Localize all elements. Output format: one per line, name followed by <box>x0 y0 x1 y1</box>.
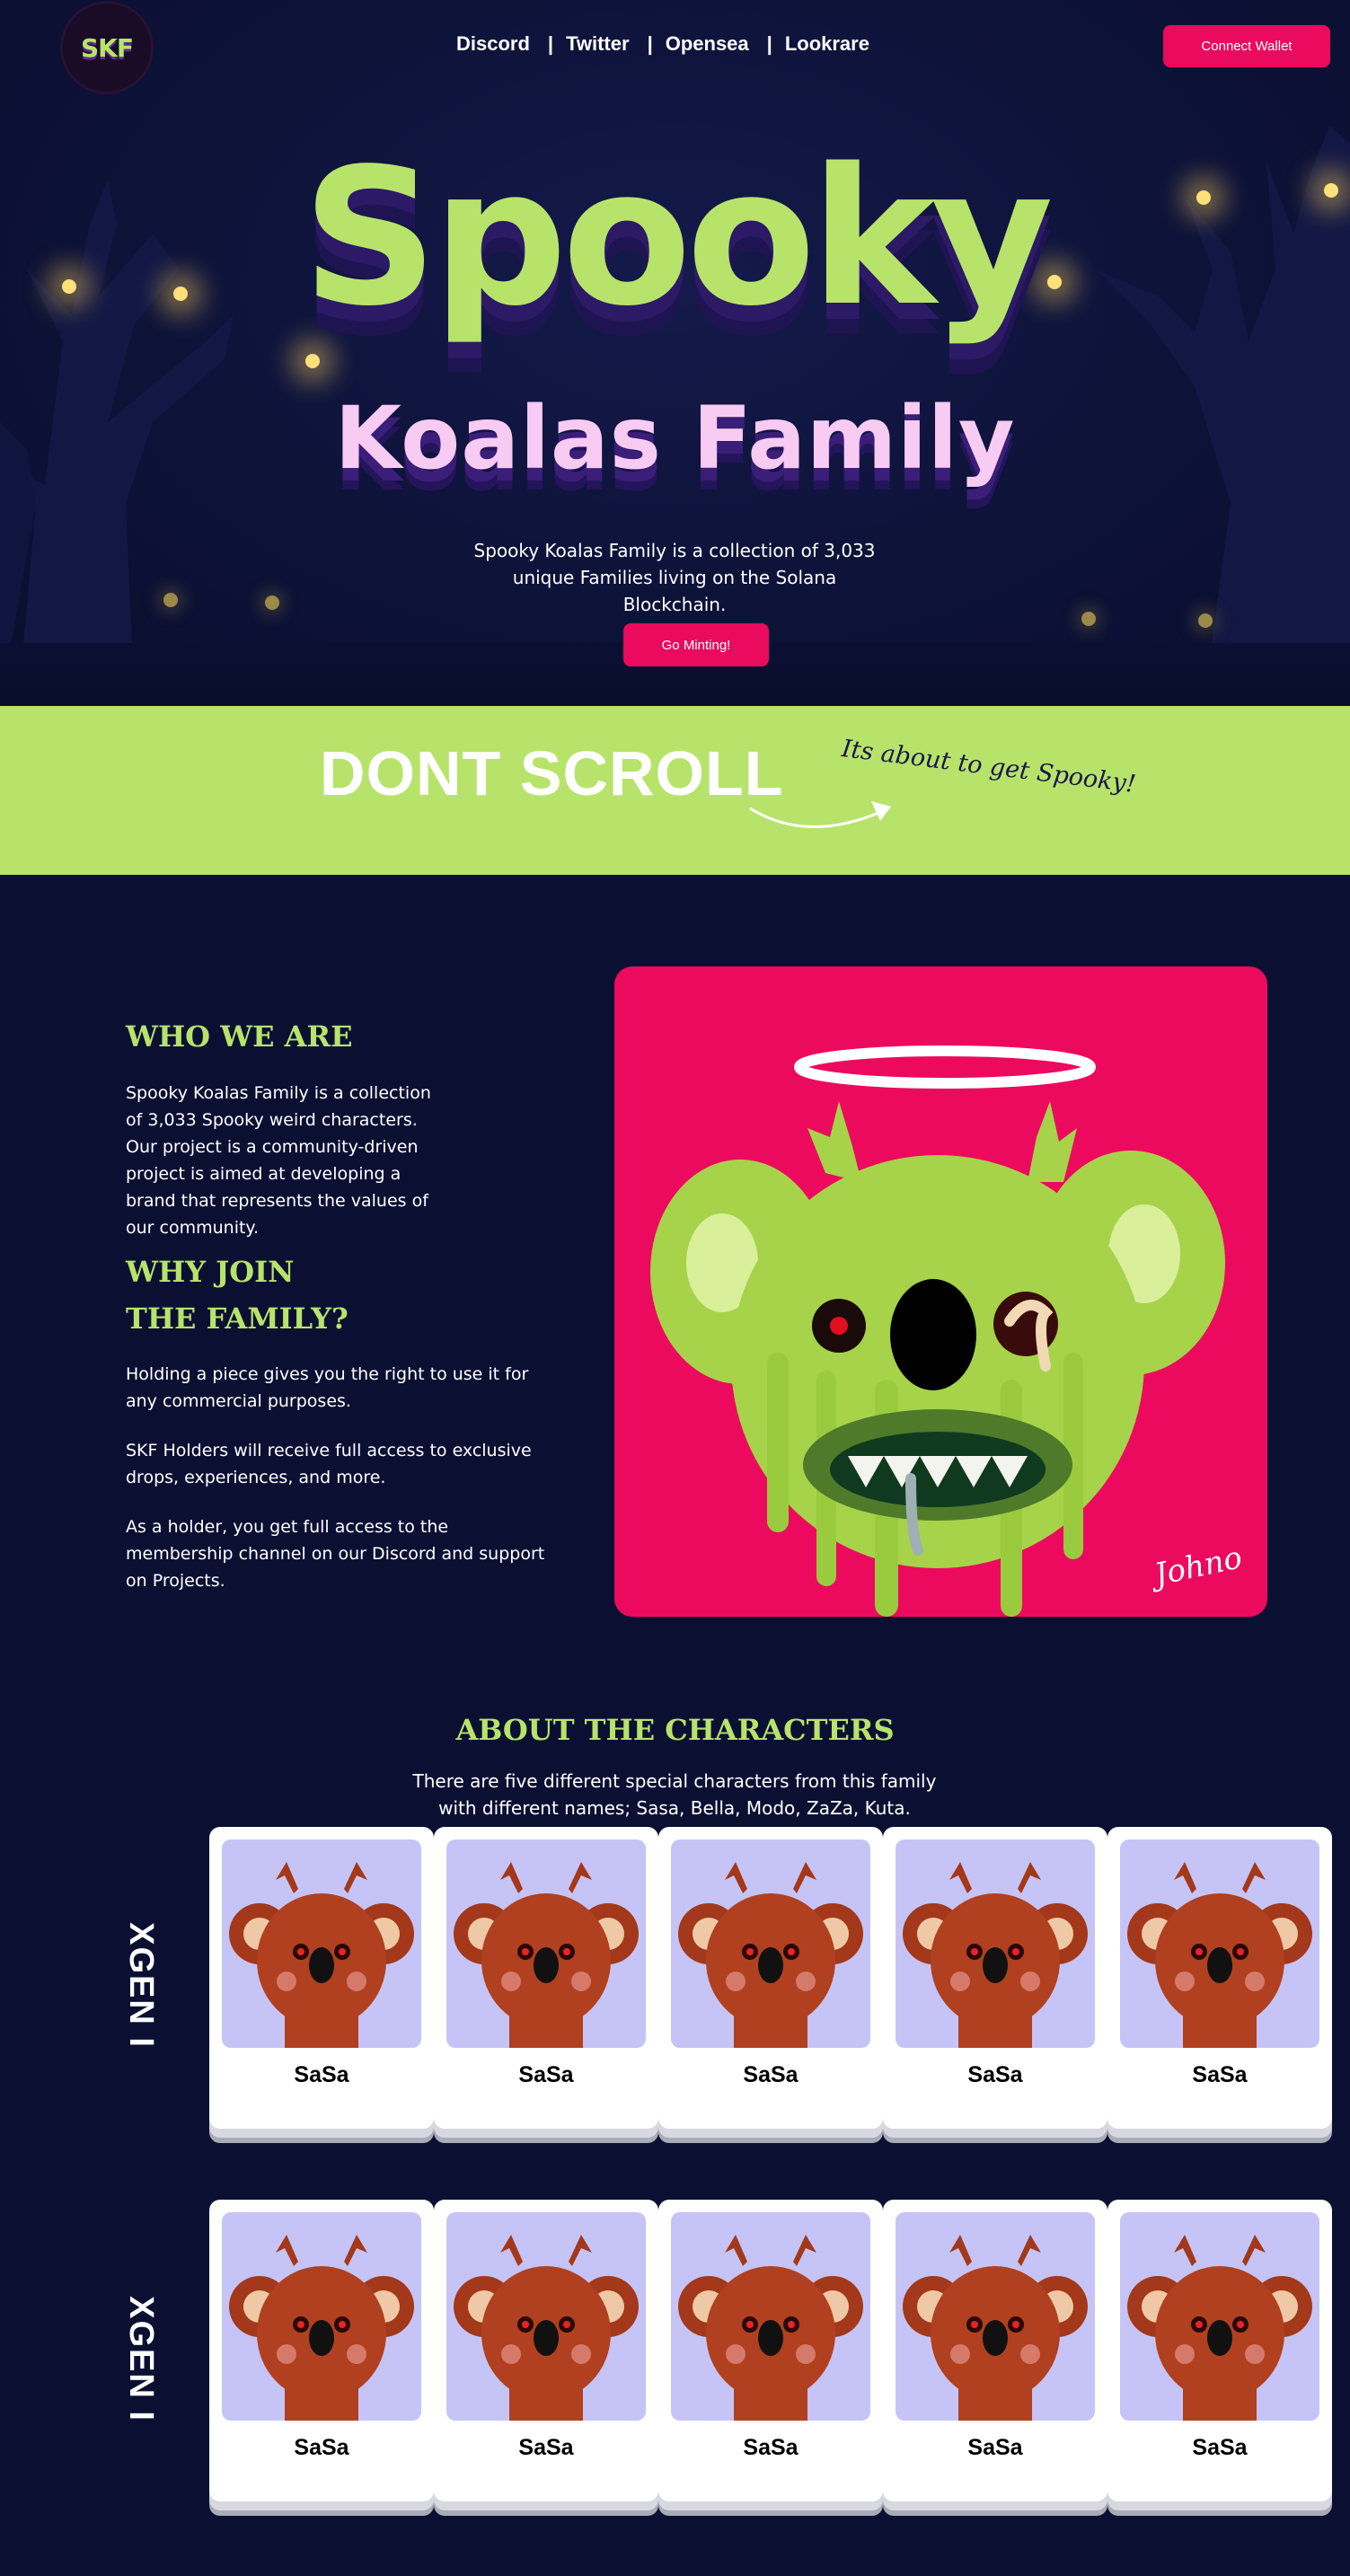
featured-nft-card: Johno <box>614 966 1267 1617</box>
slime-koala-illustration <box>650 1045 1225 1617</box>
connect-wallet-button[interactable]: Connect Wallet <box>1163 25 1330 67</box>
nav-link-discord[interactable]: Discord <box>456 32 530 56</box>
site-logo[interactable]: SKF <box>63 4 151 92</box>
nav-separator: | <box>547 32 554 55</box>
character-name: SaSa <box>294 2435 349 2460</box>
hero-section: SKF Discord | Twitter | Opensea | Lookra… <box>0 0 1350 706</box>
logo-text: SKF <box>81 32 134 63</box>
why-join-point: SKF Holders will receive full access to … <box>126 1441 532 1487</box>
about-characters-text: There are five different special charact… <box>412 1770 937 1819</box>
generation-label: XGEN I <box>115 2296 165 2422</box>
koala-character-image <box>1120 1839 1319 2048</box>
character-card[interactable]: SaSa <box>883 2200 1107 2501</box>
character-card[interactable]: SaSa <box>658 2200 883 2501</box>
dont-scroll-text: DONT SCROLL <box>320 742 784 805</box>
koala-character-image <box>671 1839 870 2048</box>
generation-label: XGEN I <box>115 1921 165 2049</box>
right-tree-illustration <box>1096 126 1350 706</box>
why-join-heading: WHY JOIN THE FAMILY? <box>126 1255 349 1336</box>
character-row: SaSa SaSa SaSa SaSa SaSa <box>209 2200 1332 2501</box>
character-name: SaSa <box>518 2062 574 2087</box>
koala-character-image <box>671 2212 870 2421</box>
firefly-light <box>265 595 279 610</box>
character-row: SaSa SaSa SaSa SaSa SaSa <box>209 1827 1332 2129</box>
firefly-light <box>163 593 178 607</box>
koala-character-image <box>222 1839 421 2048</box>
why-join-point: As a holder, you get full access to the … <box>126 1517 545 1591</box>
nav-link-opensea[interactable]: Opensea <box>666 32 749 56</box>
koala-character-image <box>1120 2212 1319 2421</box>
hero-subtitle: Koalas Family <box>334 388 1016 489</box>
character-card[interactable]: SaSa <box>209 1827 434 2129</box>
character-name: SaSa <box>294 2062 349 2087</box>
character-card[interactable]: SaSa <box>658 1827 883 2129</box>
character-name: SaSa <box>967 2435 1023 2460</box>
hero-title: Spooky <box>302 128 1054 348</box>
hero-description: Spooky Koalas Family is a collection of … <box>473 540 876 615</box>
firefly-light <box>1198 613 1213 628</box>
character-name: SaSa <box>1192 2435 1248 2460</box>
firefly-light <box>1081 612 1096 626</box>
who-we-are-heading: WHO WE ARE <box>126 1019 353 1054</box>
koala-character-image <box>446 1839 646 2048</box>
nav-link-twitter[interactable]: Twitter <box>566 32 629 56</box>
dont-scroll-label: DONT SCROLL <box>320 738 784 808</box>
character-card[interactable]: SaSa <box>883 1827 1107 2129</box>
go-minting-button[interactable]: Go Minting! <box>623 623 769 666</box>
about-characters-heading: ABOUT THE CHARACTERS <box>455 1713 895 1747</box>
koala-character-image <box>222 2212 421 2421</box>
character-card[interactable]: SaSa <box>434 2200 658 2501</box>
character-card[interactable]: SaSa <box>434 1827 658 2129</box>
character-name: SaSa <box>518 2435 574 2460</box>
lantern-light <box>305 354 320 368</box>
curved-arrow-icon <box>749 801 891 828</box>
generation-label-text: XGEN I <box>121 1921 160 2049</box>
character-name: SaSa <box>743 2062 799 2087</box>
nav-separator: | <box>766 32 772 55</box>
koala-character-image <box>896 2212 1095 2421</box>
nav-link-lookrare[interactable]: Lookrare <box>785 32 869 56</box>
character-card[interactable]: SaSa <box>1107 2200 1332 2501</box>
koala-character-image <box>446 2212 646 2421</box>
koala-character-image <box>896 1839 1095 2048</box>
character-name: SaSa <box>743 2435 799 2460</box>
left-tree-illustration <box>0 180 234 706</box>
character-name: SaSa <box>967 2062 1023 2087</box>
character-name: SaSa <box>1192 2062 1248 2087</box>
character-card[interactable]: SaSa <box>1107 1827 1332 2129</box>
why-join-point: Holding a piece gives you the right to u… <box>126 1364 529 1411</box>
character-card[interactable]: SaSa <box>209 2200 434 2501</box>
generation-label-text: XGEN I <box>121 2295 160 2422</box>
nav-separator: | <box>647 32 653 55</box>
who-we-are-text: Spooky Koalas Family is a collection of … <box>126 1083 431 1238</box>
main-nav: Discord | Twitter | Opensea | Lookrare <box>456 32 869 56</box>
